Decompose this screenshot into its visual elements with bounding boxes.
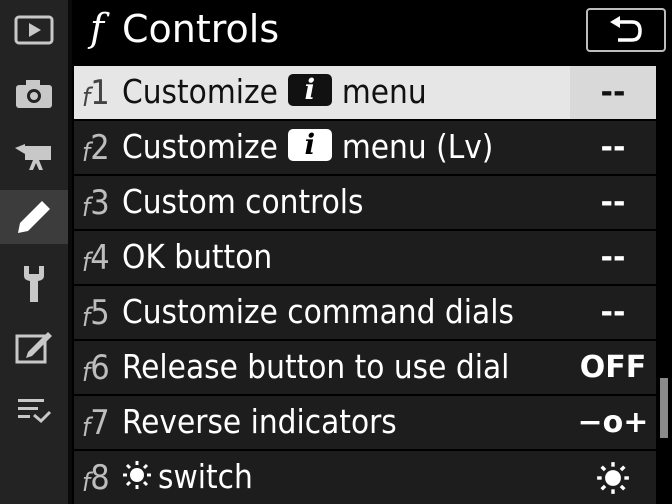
item-label: Custom controls [122,182,364,221]
item-value [570,451,656,504]
item-code: f3 [82,183,110,223]
menu-item-f2[interactable]: f2 Customize i menu (Lv) -- [74,121,656,174]
wrench-icon [24,266,44,302]
retouch-icon [15,332,52,364]
menu-item-f4[interactable]: f4 OK button -- [74,231,656,284]
item-label: switch [122,453,253,501]
item-code: f5 [82,293,110,333]
menu-item-f1[interactable]: f1 Customize i menu -- [74,66,656,119]
item-label: Reverse indicators [122,402,397,441]
item-value: OFF [570,341,656,394]
item-label: Customize i menu (Lv) [122,127,494,166]
illumination-icon [123,461,151,489]
item-label: Release button to use dial [122,347,510,386]
illumination-icon [597,461,629,494]
camera-icon [16,80,52,108]
item-code: f2 [82,128,110,168]
menu-header: f Controls [72,0,672,60]
playback-icon [14,15,54,45]
sidebar-divider [68,0,72,504]
custom-settings-menu-tab[interactable] [0,190,68,244]
item-value: -- [570,231,656,284]
item-value: -- [570,121,656,174]
menu-sidebar [0,0,68,504]
my-menu-icon [18,399,52,424]
return-arrow-icon [610,16,642,42]
item-label: Customize command dials [122,292,514,331]
retouch-menu-tab[interactable] [0,322,68,374]
menu-item-f3[interactable]: f3 Custom controls -- [74,176,656,229]
menu-item-f6[interactable]: f6 Release button to use dial OFF [74,341,656,394]
item-code: f6 [82,348,110,388]
item-code: f4 [82,238,110,278]
item-label: OK button [122,237,273,276]
back-button[interactable] [586,8,666,52]
playback-menu-tab[interactable] [0,4,68,56]
menu-item-f7[interactable]: f7 Reverse indicators −o+ [74,396,656,449]
page-title: Controls [122,7,280,51]
menu-item-f8[interactable]: f8 switch [74,451,656,504]
setup-menu-tab[interactable] [0,258,68,310]
movie-shooting-menu-tab[interactable] [0,130,68,182]
item-code: f1 [82,73,110,113]
item-label: Customize i menu [122,72,427,111]
pencil-icon [18,201,50,233]
my-menu-tab[interactable] [0,384,68,436]
item-value: -- [570,66,656,119]
photo-shooting-menu-tab[interactable] [0,68,68,120]
item-code: f8 [82,458,110,498]
i-menu-badge: i [287,74,332,106]
menu-item-f5[interactable]: f5 Customize command dials -- [74,286,656,339]
header-f-glyph: f [90,6,105,50]
item-value: -- [570,286,656,339]
item-code: f7 [82,403,110,443]
i-menu-badge: i [287,129,332,161]
item-value: -- [570,176,656,229]
movie-camera-icon [15,144,51,170]
item-value: −o+ [570,396,656,449]
scrollbar-thumb[interactable] [660,378,668,438]
